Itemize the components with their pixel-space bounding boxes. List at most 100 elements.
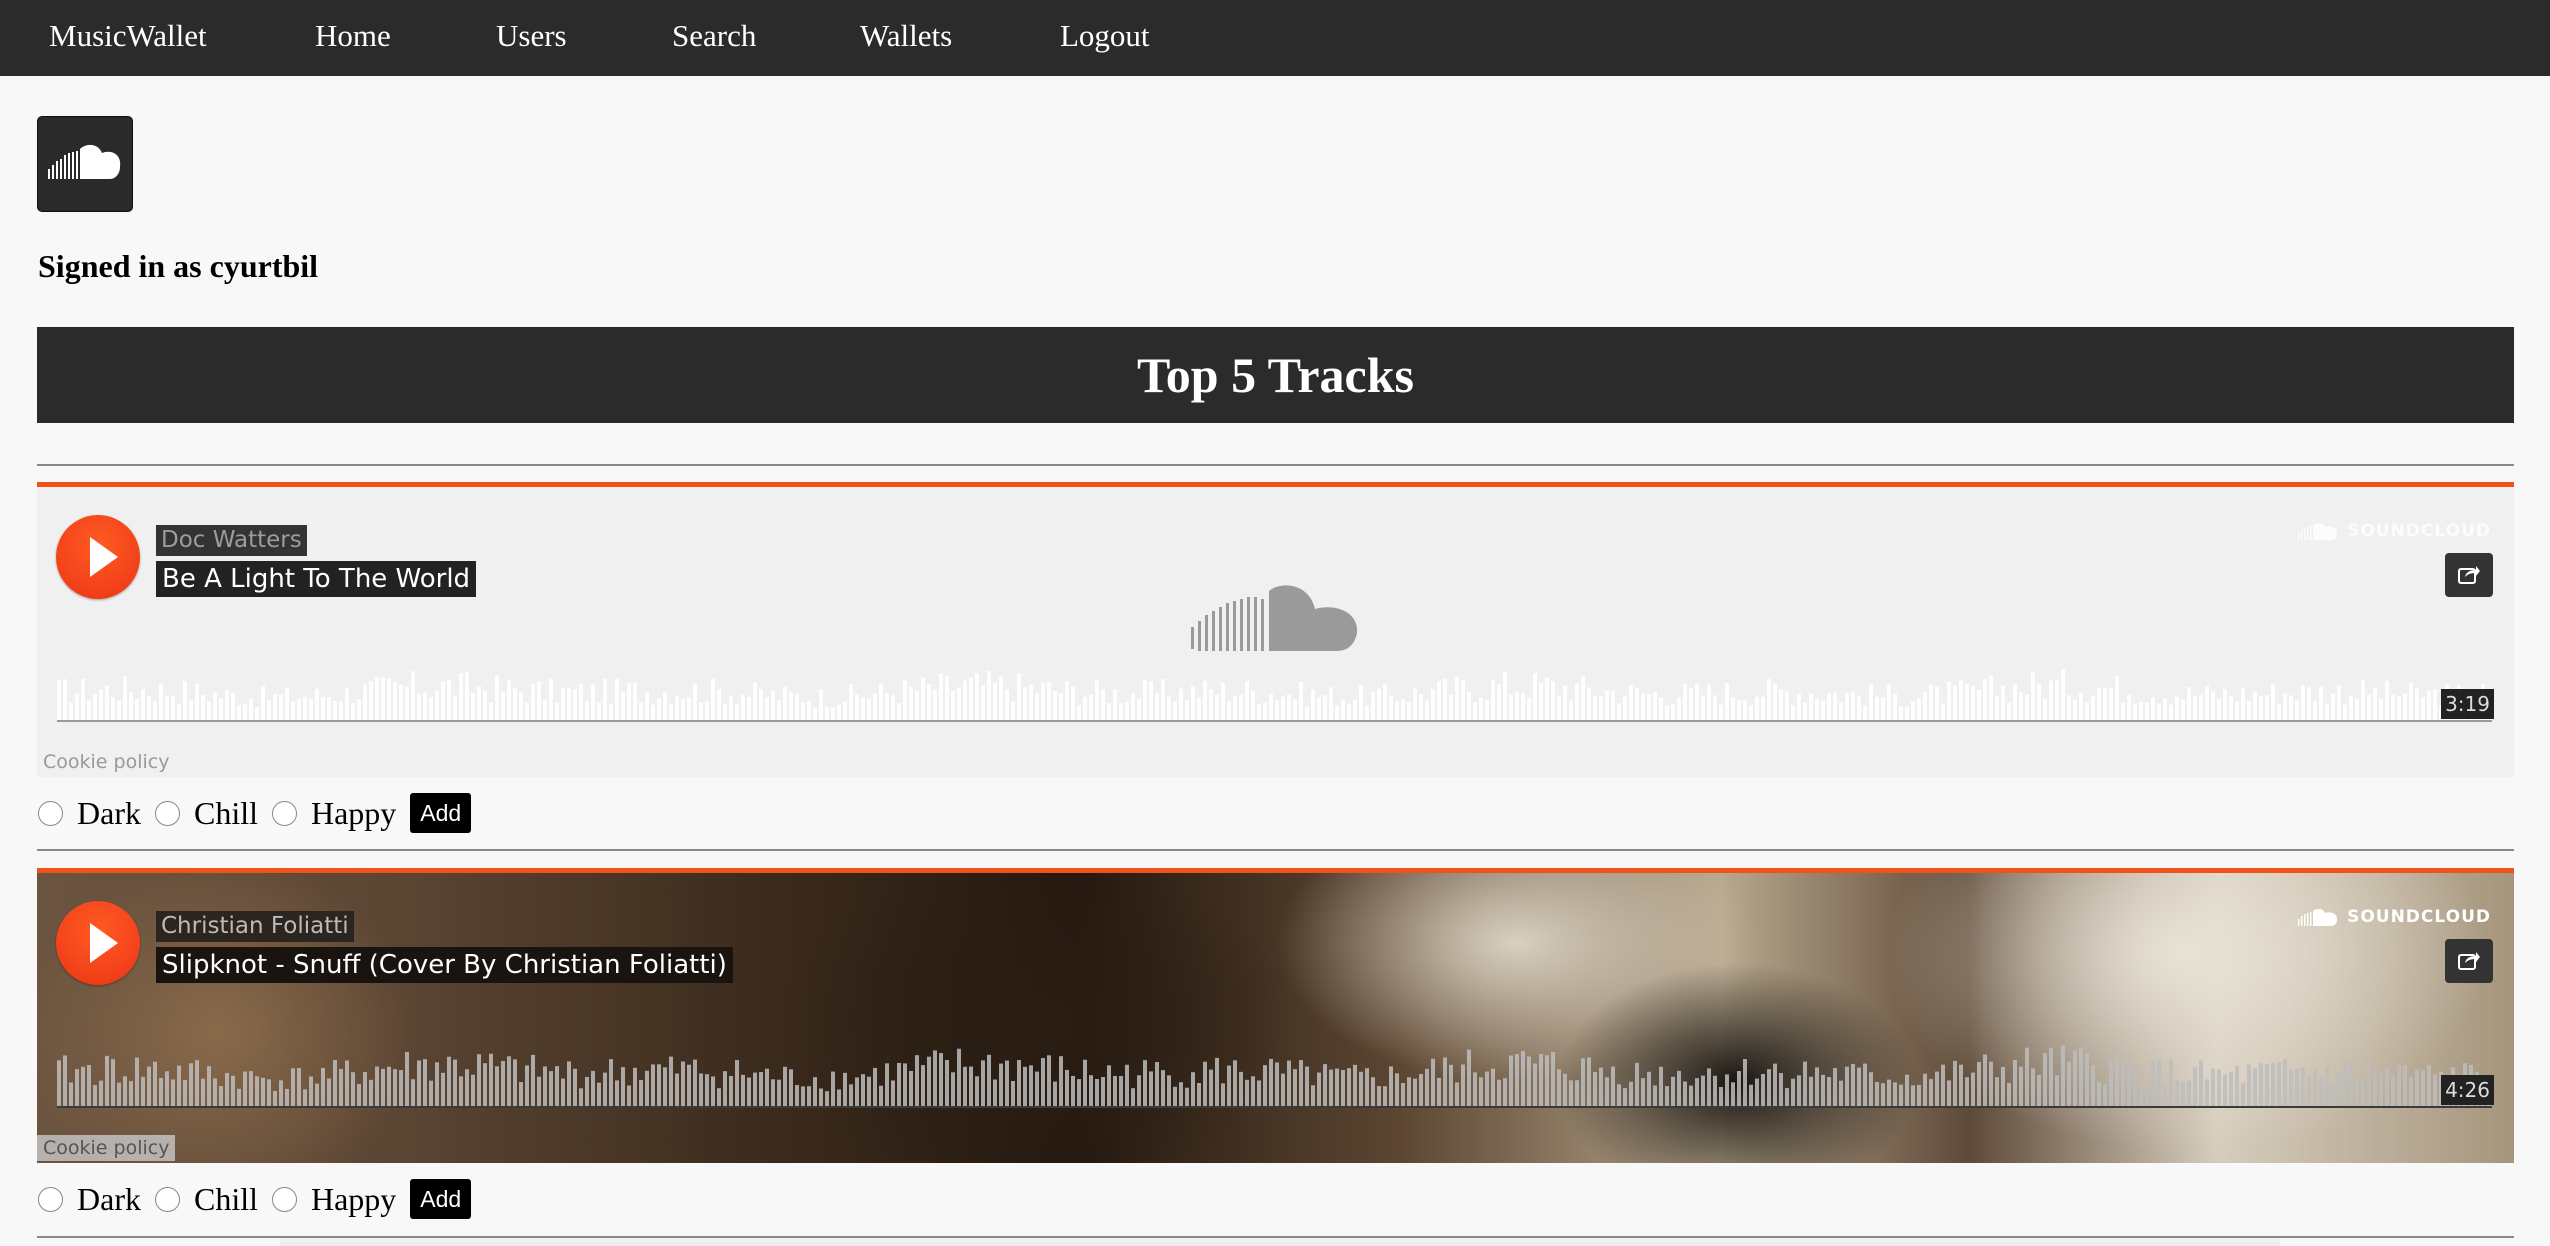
waveform-bar: [1899, 1084, 1903, 1106]
waveform-bar: [1875, 696, 1879, 720]
nav-home-link[interactable]: Home: [315, 0, 391, 76]
waveform-bar: [933, 1050, 937, 1106]
waveform-bar: [1425, 1068, 1429, 1106]
waveform-bar: [2223, 689, 2227, 720]
waveform-bar: [1713, 695, 1717, 720]
waveform-bar: [1269, 693, 1273, 720]
waveform-bar: [915, 1055, 919, 1106]
waveform-bar: [1887, 684, 1891, 720]
waveform-bar: [1659, 1066, 1663, 1106]
waveform-bar: [363, 1072, 367, 1106]
waveform-bar: [1557, 1069, 1561, 1106]
play-button[interactable]: [56, 515, 140, 599]
waveform-bar: [2175, 1080, 2179, 1106]
waveform-bar: [1455, 1082, 1459, 1106]
waveform-bar: [297, 1068, 301, 1106]
cookie-policy-link[interactable]: Cookie policy: [37, 1135, 176, 1161]
waveform-bar: [1719, 1086, 1723, 1106]
waveform-bar: [57, 1060, 61, 1106]
waveform-bar: [2115, 1055, 2119, 1106]
mood-radio-dark[interactable]: [38, 800, 63, 826]
waveform-bar: [339, 1069, 343, 1106]
waveform-bar: [525, 702, 529, 720]
waveform-bar: [2157, 1059, 2161, 1106]
waveform-bar: [1593, 1071, 1597, 1106]
waveform-bar: [1281, 696, 1285, 720]
waveform-bar: [1047, 682, 1051, 720]
waveform-bar: [1191, 685, 1195, 720]
nav-logout-link[interactable]: Logout: [1060, 0, 1150, 76]
mood-radio-happy[interactable]: [271, 800, 297, 826]
nav-search-link[interactable]: Search: [672, 0, 756, 76]
waveform-bar: [1521, 1051, 1525, 1106]
add-button[interactable]: Add: [410, 1179, 472, 1219]
waveform[interactable]: [57, 1038, 2492, 1108]
waveform-bar: [753, 1072, 757, 1106]
waveform-bar: [219, 698, 223, 720]
waveform-bar: [1275, 1062, 1279, 1106]
waveform-bar: [423, 1059, 427, 1106]
waveform-bar: [1953, 685, 1957, 720]
artist-name[interactable]: Doc Watters: [156, 525, 307, 556]
artist-name[interactable]: Christian Foliatti: [156, 911, 354, 942]
waveform-bar: [567, 688, 571, 720]
waveform-bar: [1371, 691, 1375, 720]
waveform-bar: [645, 1070, 649, 1106]
mood-radio-chill[interactable]: [154, 800, 180, 826]
waveform-bar: [1551, 1051, 1555, 1106]
add-button[interactable]: Add: [410, 793, 472, 833]
mood-radio-dark[interactable]: [38, 1186, 63, 1212]
waveform-bar: [327, 1078, 331, 1106]
waveform-bar: [2433, 689, 2437, 720]
soundcloud-brand[interactable]: SOUNDCLOUD: [2297, 521, 2491, 541]
waveform-bar: [1797, 1075, 1801, 1106]
waveform-bar: [1245, 681, 1249, 720]
nav-users-link[interactable]: Users: [496, 0, 567, 76]
mood-radio-chill[interactable]: [154, 1186, 180, 1212]
share-button[interactable]: [2445, 553, 2493, 597]
waveform-bar: [1365, 705, 1369, 720]
waveform-bar: [171, 696, 175, 720]
waveform-bar: [2181, 699, 2185, 720]
soundcloud-icon[interactable]: [37, 116, 133, 212]
waveform-bar: [603, 1072, 607, 1106]
waveform-bar: [741, 694, 745, 720]
play-button[interactable]: [56, 901, 140, 985]
waveform-bar: [1185, 1087, 1189, 1106]
waveform-bar: [507, 679, 511, 720]
waveform-bar: [513, 688, 517, 720]
nav-brand-link[interactable]: MusicWallet: [49, 0, 207, 76]
waveform-bar: [927, 683, 931, 720]
waveform-bar: [1821, 700, 1825, 720]
waveform-bar: [87, 700, 91, 720]
waveform-bar: [669, 704, 673, 720]
waveform-bar: [993, 682, 997, 720]
waveform-bar: [2355, 1074, 2359, 1106]
track-title[interactable]: Be A Light To The World: [156, 561, 477, 597]
waveform-bar: [129, 692, 133, 720]
waveform-bar: [2217, 699, 2221, 720]
soundcloud-brand[interactable]: SOUNDCLOUD: [2297, 907, 2491, 927]
waveform-bar: [1803, 1061, 1807, 1106]
waveform-bar: [2055, 679, 2059, 720]
waveform-bar: [273, 694, 277, 720]
waveform-bar: [2259, 696, 2263, 720]
mood-radio-happy[interactable]: [271, 1186, 297, 1212]
waveform-bar: [69, 1082, 73, 1106]
waveform-bar: [2235, 701, 2239, 720]
waveform-bar: [177, 704, 181, 720]
waveform-bar: [1683, 684, 1687, 720]
share-button[interactable]: [2445, 939, 2493, 983]
waveform-bar: [1635, 687, 1639, 720]
waveform-bar: [1641, 1078, 1645, 1106]
waveform-bar: [2049, 680, 2053, 720]
waveform[interactable]: [57, 652, 2492, 722]
cookie-policy-link[interactable]: Cookie policy: [37, 749, 175, 775]
track-title[interactable]: Slipknot - Snuff (Cover By Christian Fol…: [156, 947, 733, 983]
waveform-bar: [447, 679, 451, 720]
waveform-bar: [507, 1056, 511, 1106]
waveform-bar: [939, 1053, 943, 1106]
waveform-bar: [1335, 1068, 1339, 1106]
nav-wallets-link[interactable]: Wallets: [860, 0, 952, 76]
waveform-bar: [375, 677, 379, 720]
